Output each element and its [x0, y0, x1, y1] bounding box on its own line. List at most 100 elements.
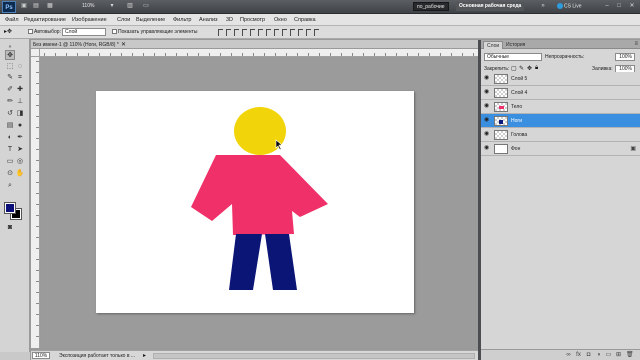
lock-all-icon[interactable]: 🔒︎ [535, 65, 538, 72]
tab-history[interactable]: История [503, 41, 528, 49]
visibility-eye-icon[interactable]: ◉ [484, 117, 490, 123]
cs-live-button[interactable]: CS Live [557, 3, 582, 9]
path-selection-tool-icon[interactable]: ➤ [15, 145, 25, 155]
visibility-eye-icon[interactable]: ◉ [484, 145, 490, 151]
show-controls-checkbox[interactable] [112, 29, 117, 34]
status-menu-arrow-icon[interactable]: ▸ [143, 352, 146, 359]
autoselect-checkbox[interactable] [28, 29, 33, 34]
align-right-icon[interactable] [258, 29, 263, 36]
new-layer-icon[interactable]: ⊞ [615, 352, 622, 359]
workspace-menu-icon[interactable]: » [539, 3, 547, 10]
head-shape[interactable] [234, 107, 286, 155]
menu-3d[interactable]: 3D [226, 17, 233, 23]
menu-window[interactable]: Окно [274, 17, 287, 23]
panel-menu-icon[interactable]: ≡ [634, 41, 638, 47]
layer-row[interactable]: ◉ Слой 5 [481, 72, 640, 86]
menu-analysis[interactable]: Анализ [199, 17, 218, 23]
blur-tool-icon[interactable]: ● [15, 121, 25, 131]
move-tool-preset-icon[interactable]: ▸✥ [4, 28, 12, 35]
autoselect-dropdown[interactable]: Слой [62, 28, 106, 36]
tab-layers[interactable]: Слои [483, 41, 504, 49]
quick-select-tool-icon[interactable]: ✎ [5, 73, 15, 83]
layer-row[interactable]: ◉ Фон ▣ [481, 142, 640, 156]
align-top-icon[interactable] [218, 29, 223, 36]
horizontal-scrollbar[interactable] [153, 353, 475, 359]
eyedropper-tool-icon[interactable]: ✐ [5, 85, 15, 95]
pen-tool-icon[interactable]: ✒ [15, 133, 25, 143]
distribute-vcenter-icon[interactable] [274, 29, 279, 36]
vertical-ruler[interactable] [31, 57, 40, 348]
hand-tool-icon[interactable]: ✋ [15, 169, 25, 179]
distribute-hcenter-icon[interactable] [298, 29, 303, 36]
menu-image[interactable]: Изображение [72, 17, 107, 23]
lasso-tool-icon[interactable]: ◌ [15, 62, 25, 72]
screen-mode-icon[interactable]: ▭ [142, 3, 150, 10]
left-leg-shape[interactable] [229, 234, 262, 290]
zoom-level[interactable]: 110% [82, 3, 94, 9]
history-brush-tool-icon[interactable]: ↺ [5, 109, 15, 119]
opacity-input[interactable]: 100% [615, 53, 635, 61]
type-tool-icon[interactable]: T [5, 145, 15, 155]
body-shape[interactable] [191, 155, 328, 235]
menu-view[interactable]: Просмотр [240, 17, 265, 23]
layer-row[interactable]: ◉ Голова [481, 128, 640, 142]
align-bottom-icon[interactable] [234, 29, 239, 36]
distribute-right-icon[interactable] [306, 29, 311, 36]
menu-help[interactable]: Справка [294, 17, 316, 23]
link-layers-icon[interactable]: ∞ [565, 352, 572, 359]
move-tool-icon[interactable]: ✥ [5, 50, 15, 60]
distribute-left-icon[interactable] [290, 29, 295, 36]
3d-rotate-tool-icon[interactable]: ◎ [15, 157, 25, 167]
minibridge-icon[interactable]: ▤ [32, 3, 40, 10]
lock-position-icon[interactable]: ✥ [527, 65, 532, 72]
align-left-icon[interactable] [242, 29, 247, 36]
marquee-tool-icon[interactable]: ⬚ [5, 62, 15, 72]
visibility-eye-icon[interactable]: ◉ [484, 89, 490, 95]
align-vcenter-icon[interactable] [226, 29, 231, 36]
document-tab[interactable]: Без имени-1 @ 110% (Ноги, RGB/8) * ✕ [31, 40, 478, 49]
horizontal-ruler[interactable] [40, 49, 478, 57]
menu-layers[interactable]: Слои [117, 17, 130, 23]
view-extras-icon[interactable]: ▾ [108, 3, 116, 10]
brush-tool-icon[interactable]: ✏ [5, 97, 15, 107]
new-group-icon[interactable]: ▭ [605, 352, 612, 359]
healing-brush-tool-icon[interactable]: ✚ [15, 85, 25, 95]
adjustment-layer-icon[interactable]: ◑ [595, 352, 602, 359]
status-zoom-field[interactable]: 110% [32, 352, 50, 359]
shape-tool-icon[interactable]: ▭ [5, 157, 15, 167]
dodge-tool-icon[interactable]: ◐ [5, 133, 15, 143]
menu-file[interactable]: Файл [5, 17, 19, 23]
layer-style-icon[interactable]: fx [575, 352, 582, 359]
workspace-button-custom[interactable]: по_рабочие [413, 2, 449, 11]
quick-mask-icon[interactable]: ◙ [5, 223, 15, 233]
ruler-origin[interactable] [31, 49, 40, 57]
bridge-icon[interactable]: ▣ [20, 3, 28, 10]
visibility-eye-icon[interactable]: ◉ [484, 131, 490, 137]
lock-pixels-icon[interactable]: ✎ [519, 65, 524, 72]
close-icon[interactable]: ✕ [628, 3, 636, 10]
3d-camera-tool-icon[interactable]: ⊙ [5, 169, 15, 179]
menu-select[interactable]: Выделение [136, 17, 165, 23]
menu-filter[interactable]: Фильтр [173, 17, 191, 23]
minimize-icon[interactable]: – [603, 3, 611, 10]
align-hcenter-icon[interactable] [250, 29, 255, 36]
distribute-bottom-icon[interactable] [282, 29, 287, 36]
document-canvas[interactable] [96, 91, 414, 313]
distribute-top-icon[interactable] [266, 29, 271, 36]
extras-icon[interactable]: ▦ [46, 3, 54, 10]
clone-stamp-tool-icon[interactable]: ⊥ [15, 97, 25, 107]
zoom-tool-icon[interactable]: ⌕ [5, 181, 15, 191]
gradient-tool-icon[interactable]: ▤ [5, 121, 15, 131]
lock-transparency-icon[interactable]: ▢ [511, 65, 517, 72]
layer-mask-icon[interactable]: ◘ [585, 352, 592, 359]
layer-row-selected[interactable]: ◉ Ноги [481, 114, 640, 128]
foreground-color-swatch[interactable] [4, 202, 16, 214]
arrange-documents-icon[interactable]: ▥ [126, 3, 134, 10]
document-close-icon[interactable]: ✕ [121, 41, 126, 48]
layer-row[interactable]: ◉ Тело [481, 100, 640, 114]
visibility-eye-icon[interactable]: ◉ [484, 103, 490, 109]
right-leg-shape[interactable] [265, 234, 297, 290]
eraser-tool-icon[interactable]: ◨ [15, 109, 25, 119]
maximize-icon[interactable]: □ [615, 3, 623, 10]
auto-align-icon[interactable] [314, 29, 319, 36]
